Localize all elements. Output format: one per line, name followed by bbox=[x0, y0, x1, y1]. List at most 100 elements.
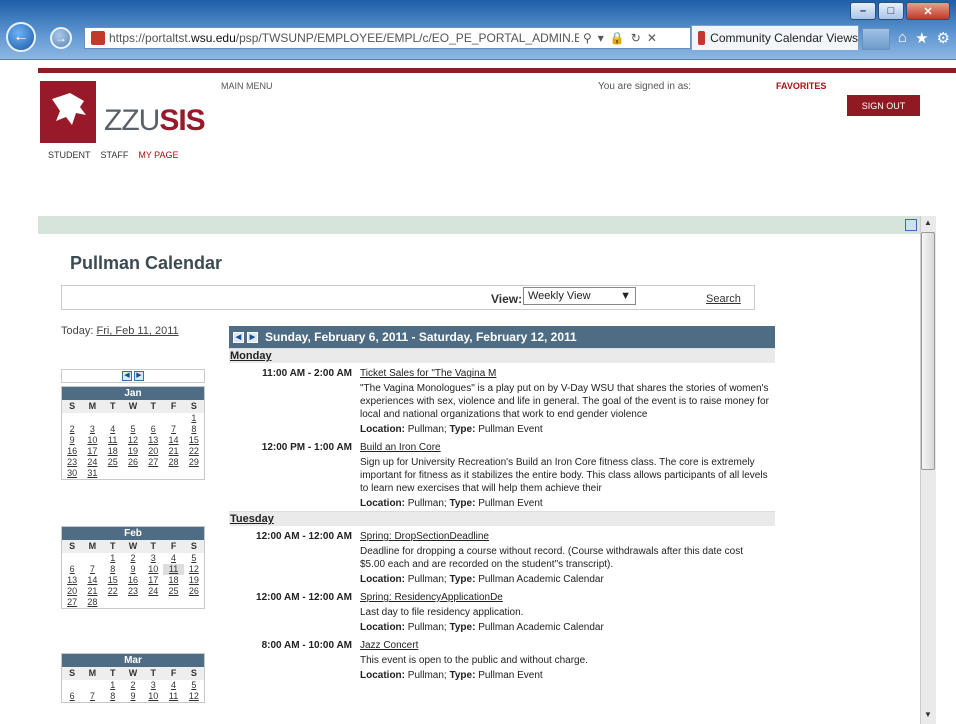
day-link[interactable]: 14 bbox=[82, 575, 102, 586]
prev-month-icon[interactable]: ◀ bbox=[122, 371, 132, 381]
day-link[interactable]: 5 bbox=[184, 680, 204, 691]
day-link[interactable]: 6 bbox=[143, 424, 163, 435]
day-link[interactable]: 10 bbox=[143, 564, 163, 575]
day-link[interactable]: 3 bbox=[82, 424, 102, 435]
scroll-thumb[interactable] bbox=[921, 232, 935, 470]
day-link[interactable]: 23 bbox=[123, 586, 143, 597]
day-link[interactable]: 18 bbox=[103, 446, 123, 457]
day-link[interactable]: 10 bbox=[143, 691, 163, 702]
day-link[interactable]: 2 bbox=[123, 553, 143, 564]
tab-student[interactable]: STUDENT bbox=[48, 150, 91, 160]
day-link[interactable]: 20 bbox=[62, 586, 82, 597]
day-link[interactable]: 14 bbox=[163, 435, 183, 446]
address-bar[interactable]: https://portaltst.wsu.edu/psp/TWSUNP/EMP… bbox=[84, 27, 691, 49]
day-link[interactable]: 1 bbox=[103, 553, 123, 564]
favorites-link[interactable]: FAVORITES bbox=[776, 81, 826, 91]
gear-icon[interactable]: ⚙ bbox=[937, 29, 950, 47]
home-icon[interactable]: ⌂ bbox=[898, 29, 907, 47]
day-link[interactable]: 13 bbox=[62, 575, 82, 586]
grid-icon[interactable] bbox=[905, 219, 917, 231]
lock-icon[interactable]: 🔒 bbox=[610, 31, 625, 45]
main-menu-link[interactable]: MAIN MENU bbox=[221, 81, 273, 91]
event-title-link[interactable]: Spring: DropSectionDeadline bbox=[360, 531, 769, 542]
day-link[interactable]: 12 bbox=[184, 691, 204, 702]
close-window-button[interactable]: ✕ bbox=[906, 2, 950, 20]
search-icon[interactable]: ⚲ bbox=[583, 31, 592, 45]
refresh-icon[interactable]: ↻ bbox=[631, 31, 641, 45]
day-link[interactable]: 2 bbox=[123, 680, 143, 691]
day-link[interactable]: 9 bbox=[123, 691, 143, 702]
event-title-link[interactable]: Build an Iron Core bbox=[360, 442, 769, 453]
prev-week-icon[interactable]: ◀ bbox=[233, 331, 244, 343]
dropdown-icon[interactable]: ▾ bbox=[598, 31, 604, 45]
day-link[interactable]: 23 bbox=[62, 457, 82, 468]
day-heading[interactable]: Monday bbox=[229, 348, 775, 363]
day-link[interactable]: 28 bbox=[82, 597, 102, 608]
day-link[interactable]: 6 bbox=[62, 691, 82, 702]
tab-my-page[interactable]: MY PAGE bbox=[138, 150, 178, 160]
minimize-button[interactable]: – bbox=[850, 2, 876, 20]
day-link[interactable]: 19 bbox=[184, 575, 204, 586]
day-link[interactable]: 13 bbox=[143, 435, 163, 446]
new-tab-button[interactable] bbox=[862, 28, 890, 50]
day-link[interactable]: 11 bbox=[103, 435, 123, 446]
day-link[interactable]: 4 bbox=[163, 680, 183, 691]
day-link[interactable]: 19 bbox=[123, 446, 143, 457]
day-link[interactable]: 25 bbox=[163, 586, 183, 597]
day-link[interactable]: 27 bbox=[62, 597, 82, 608]
browser-tab[interactable]: Community Calendar Views bbox=[691, 25, 859, 50]
day-link[interactable]: 30 bbox=[62, 468, 82, 479]
day-link[interactable]: 15 bbox=[103, 575, 123, 586]
search-link[interactable]: Search bbox=[706, 293, 741, 305]
next-month-icon[interactable]: ▶ bbox=[134, 371, 144, 381]
day-link[interactable]: 8 bbox=[184, 424, 204, 435]
event-title-link[interactable]: Ticket Sales for "The Vagina M bbox=[360, 368, 769, 379]
day-heading[interactable]: Tuesday bbox=[229, 511, 775, 526]
sign-out-button[interactable]: SIGN OUT bbox=[847, 95, 920, 116]
back-button[interactable]: ← bbox=[6, 22, 36, 52]
day-link[interactable]: 1 bbox=[103, 680, 123, 691]
day-link[interactable]: 27 bbox=[143, 457, 163, 468]
day-link[interactable]: 22 bbox=[184, 446, 204, 457]
maximize-button[interactable]: □ bbox=[878, 2, 904, 20]
day-link[interactable]: 11 bbox=[163, 564, 184, 575]
scroll-down-icon[interactable]: ▼ bbox=[921, 708, 935, 722]
day-link[interactable]: 2 bbox=[62, 424, 82, 435]
day-link[interactable]: 7 bbox=[82, 691, 102, 702]
day-link[interactable]: 21 bbox=[163, 446, 183, 457]
day-link[interactable]: 1 bbox=[184, 413, 204, 424]
day-link[interactable]: 16 bbox=[123, 575, 143, 586]
day-link[interactable]: 3 bbox=[143, 553, 163, 564]
day-link[interactable]: 16 bbox=[62, 446, 82, 457]
day-link[interactable]: 29 bbox=[184, 457, 204, 468]
day-link[interactable]: 10 bbox=[82, 435, 102, 446]
day-link[interactable]: 26 bbox=[123, 457, 143, 468]
day-link[interactable]: 8 bbox=[103, 691, 123, 702]
day-link[interactable]: 22 bbox=[103, 586, 123, 597]
day-link[interactable]: 12 bbox=[184, 564, 204, 575]
day-link[interactable]: 17 bbox=[143, 575, 163, 586]
day-link[interactable]: 25 bbox=[103, 457, 123, 468]
day-link[interactable]: 26 bbox=[184, 586, 204, 597]
day-link[interactable]: 9 bbox=[62, 435, 82, 446]
view-select[interactable]: Weekly View ▼ bbox=[523, 287, 636, 305]
day-link[interactable]: 11 bbox=[163, 691, 183, 702]
next-week-icon[interactable]: ▶ bbox=[247, 331, 258, 343]
day-link[interactable]: 28 bbox=[163, 457, 183, 468]
day-link[interactable]: 7 bbox=[163, 424, 183, 435]
day-link[interactable]: 21 bbox=[82, 586, 102, 597]
today-date-link[interactable]: Fri, Feb 11, 2011 bbox=[96, 325, 178, 337]
day-link[interactable]: 12 bbox=[123, 435, 143, 446]
day-link[interactable]: 8 bbox=[103, 564, 123, 575]
day-link[interactable]: 5 bbox=[184, 553, 204, 564]
day-link[interactable]: 7 bbox=[82, 564, 102, 575]
day-link[interactable]: 18 bbox=[163, 575, 183, 586]
forward-button[interactable]: → bbox=[50, 27, 72, 49]
stop-icon[interactable]: ✕ bbox=[647, 31, 657, 45]
day-link[interactable]: 17 bbox=[82, 446, 102, 457]
scroll-up-icon[interactable]: ▲ bbox=[921, 216, 935, 230]
day-link[interactable]: 31 bbox=[82, 468, 102, 479]
day-link[interactable]: 24 bbox=[143, 586, 163, 597]
day-link[interactable]: 24 bbox=[82, 457, 102, 468]
tab-staff[interactable]: STAFF bbox=[101, 150, 129, 160]
